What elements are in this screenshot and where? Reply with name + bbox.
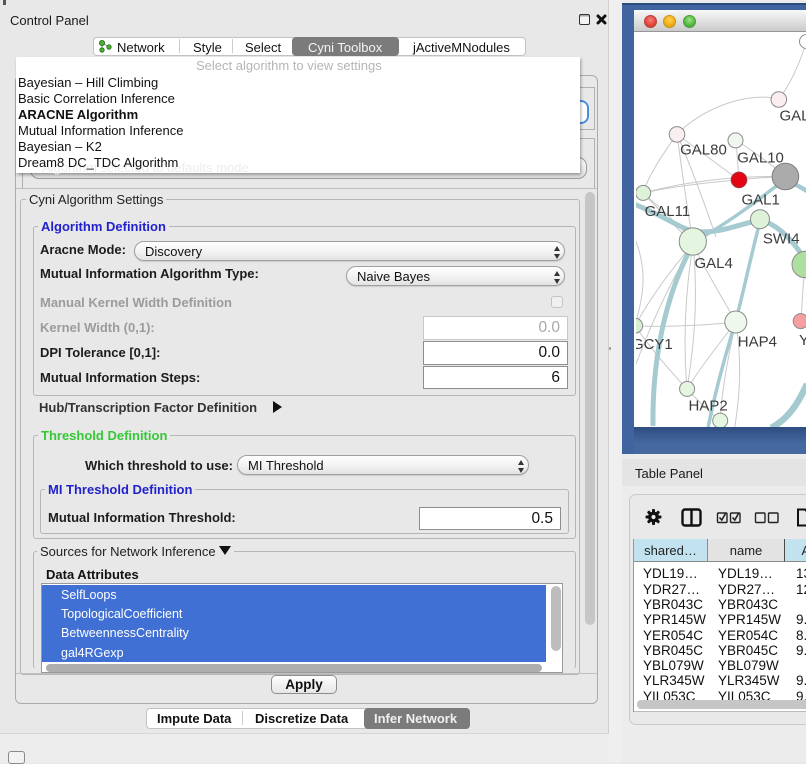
svg-text:HAP2: HAP2 <box>688 397 727 414</box>
svg-text:GAL80: GAL80 <box>680 142 727 159</box>
svg-text:GAL10: GAL10 <box>737 150 784 167</box>
svg-text:Y: Y <box>799 332 806 349</box>
svg-text:GAL1: GAL1 <box>741 192 779 209</box>
svg-text:GAL: GAL <box>779 108 806 125</box>
svg-text:HAP4: HAP4 <box>737 333 776 350</box>
svg-text:GAL11: GAL11 <box>644 203 690 220</box>
svg-text:GCY1: GCY1 <box>636 336 673 353</box>
svg-text:GAL4: GAL4 <box>694 255 732 272</box>
svg-text:SWI4: SWI4 <box>762 231 799 248</box>
